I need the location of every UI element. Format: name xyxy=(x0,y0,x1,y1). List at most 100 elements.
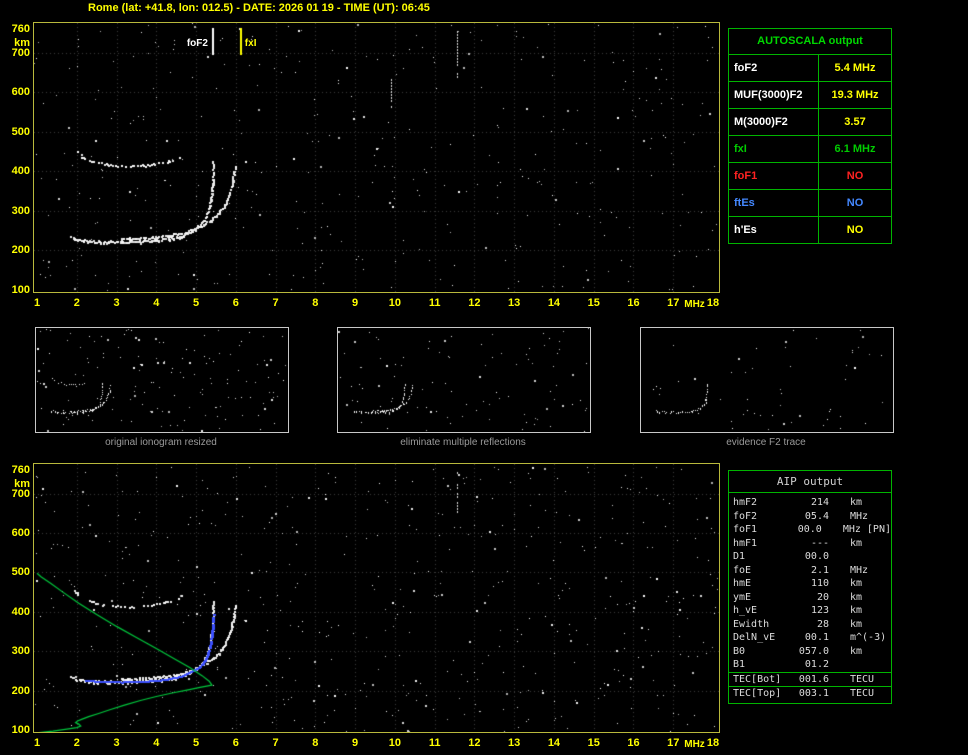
bottom-ionogram-canvas xyxy=(34,464,719,732)
x-tick-label: 10 xyxy=(388,737,401,749)
aip-row-unit: TECU xyxy=(850,673,875,685)
aip-row-11: B0 057.0 km xyxy=(729,645,891,659)
aip-row-unit: m^(-3) xyxy=(850,632,887,643)
aip-row-14: TEC[Top] 003.1 TECU xyxy=(729,686,891,701)
y-axis-unit-label: km xyxy=(14,478,30,490)
x-tick-label: 4 xyxy=(153,297,160,309)
aip-output-header: AIP output xyxy=(729,471,891,493)
x-tick-label: 15 xyxy=(587,737,600,749)
y-axis-unit-label: km xyxy=(14,37,30,49)
aip-row-unit: MHz [PN] xyxy=(842,524,891,535)
aip-row-value: 28 xyxy=(816,618,829,630)
aip-row-unit xyxy=(837,550,891,564)
y-tick-label: 400 xyxy=(11,165,30,178)
aip-row-label: h_vE xyxy=(733,605,758,616)
x-tick-label: 14 xyxy=(547,737,561,749)
y-tick-label: 600 xyxy=(11,527,30,540)
thumbnail-eliminate-canvas xyxy=(338,328,590,432)
aip-row-label: D1 xyxy=(733,551,746,562)
fxI-marker-label: fxI xyxy=(244,38,257,49)
x-tick-label: 3 xyxy=(113,737,120,749)
aip-row-value: 001.6 xyxy=(798,673,829,685)
x-tick-label: 3 xyxy=(113,297,120,309)
aip-row-label: foF1 xyxy=(733,524,758,535)
x-tick-label: 12 xyxy=(468,297,481,309)
aip-row-unit xyxy=(837,658,891,672)
autoscala-row-label: h'Es xyxy=(729,217,819,243)
aip-row-value: 00.1 xyxy=(804,632,829,643)
x-tick-label: 11 xyxy=(428,737,441,749)
y-tick-label: 200 xyxy=(11,244,30,257)
aip-row-unit: km xyxy=(850,578,863,589)
x-tick-label: 12 xyxy=(468,737,481,749)
x-tick-label: 16 xyxy=(627,297,640,309)
x-tick-label: 14 xyxy=(547,297,561,309)
x-tick-label: 7 xyxy=(272,297,279,309)
autoscala-row-label: fxI xyxy=(729,136,819,162)
aip-row-value: 057.0 xyxy=(798,645,829,657)
thumbnail-original-canvas xyxy=(36,328,288,432)
y-tick-label: 500 xyxy=(11,125,30,138)
aip-row-unit: km xyxy=(850,497,863,508)
aip-row-unit: km xyxy=(850,618,863,630)
aip-row-12: B1 01.2 xyxy=(729,658,891,672)
thumbnail-original-ionogram xyxy=(35,327,289,433)
aip-row-2: foF1 00.0 MHz [PN] xyxy=(729,523,891,537)
aip-row-4: D1 00.0 xyxy=(729,550,891,564)
x-tick-label: 18 xyxy=(706,737,720,749)
aip-row-label: TEC[Top] xyxy=(733,688,782,699)
top-ionogram-plot: 1 2 3 4 5 6 7 8 9 10 11 12 13 14 15 16 17 18 MHz 100 200 300 4… xyxy=(12,22,720,310)
aip-row-value: 05.4 xyxy=(804,510,829,522)
y-tick-label: 760 xyxy=(11,464,30,476)
aip-row-label: foF2 xyxy=(733,510,758,522)
y-tick-label: 100 xyxy=(11,284,30,296)
thumbnail-caption: evidence F2 trace xyxy=(726,437,806,448)
y-tick-label: 400 xyxy=(11,605,30,618)
aip-row-6: hmE 110 km xyxy=(729,577,891,591)
aip-rows: hmF2 214 km foF2 05.4 MHz foF1 00.0 MHz … xyxy=(729,493,891,703)
x-tick-label: 6 xyxy=(232,297,239,309)
aip-row-value: 003.1 xyxy=(798,688,829,699)
autoscala-row-4: foF1 NO xyxy=(729,163,891,190)
x-tick-label: 4 xyxy=(153,737,160,749)
y-tick-label: 300 xyxy=(11,204,30,217)
autoscala-row-value: NO xyxy=(846,224,864,236)
aip-output-panel: AIP output hmF2 214 km foF2 05.4 MHz foF… xyxy=(728,470,892,704)
autoscala-window: Rome (lat: +41.8, lon: 012.5) - DATE: 20… xyxy=(0,0,968,755)
y-tick-label: 300 xyxy=(11,645,30,658)
y-tick-label: 200 xyxy=(11,684,30,697)
x-tick-label: 10 xyxy=(388,297,401,309)
aip-row-label: B1 xyxy=(733,659,746,670)
aip-row-label: ymE xyxy=(733,591,752,603)
aip-row-7: ymE 20 km xyxy=(729,591,891,605)
thumbnail-caption: original ionogram resized xyxy=(105,437,217,448)
aip-row-label: DelN_vE xyxy=(733,632,776,643)
autoscala-row-label: MUF(3000)F2 xyxy=(729,82,819,108)
x-tick-label: 18 xyxy=(706,297,720,309)
aip-row-unit: km xyxy=(850,591,863,603)
x-tick-label: 9 xyxy=(352,737,359,749)
x-axis-unit-label: MHz xyxy=(684,739,705,750)
aip-row-unit: MHz xyxy=(850,564,869,576)
aip-row-value: 00.0 xyxy=(804,551,829,562)
autoscala-row-label: M(3000)F2 xyxy=(729,109,819,135)
aip-row-label: hmF2 xyxy=(733,497,758,508)
aip-row-8: h_vE 123 km xyxy=(729,604,891,618)
aip-row-0: hmF2 214 km xyxy=(729,496,891,510)
y-tick-label: 100 xyxy=(11,724,30,736)
aip-row-unit: MHz xyxy=(850,510,869,522)
aip-row-label: foE xyxy=(733,564,752,576)
autoscala-row-5: ftEs NO xyxy=(729,190,891,217)
autoscala-row-value: 6.1 MHz xyxy=(834,143,876,155)
autoscala-row-6: h'Es NO xyxy=(729,217,891,243)
aip-row-1: foF2 05.4 MHz xyxy=(729,510,891,524)
x-tick-label: 2 xyxy=(73,297,80,309)
autoscala-row-1: MUF(3000)F2 19.3 MHz xyxy=(729,82,891,109)
aip-row-value: 00.0 xyxy=(797,524,822,535)
x-tick-label: 11 xyxy=(428,297,441,309)
aip-row-9: Ewidth 28 km xyxy=(729,618,891,632)
station-date-title: Rome (lat: +41.8, lon: 012.5) - DATE: 20… xyxy=(88,2,430,14)
aip-row-value: --- xyxy=(810,537,829,549)
aip-row-13: TEC[Bot] 001.6 TECU xyxy=(729,671,891,687)
thumbnail-caption: eliminate multiple reflections xyxy=(400,437,526,448)
